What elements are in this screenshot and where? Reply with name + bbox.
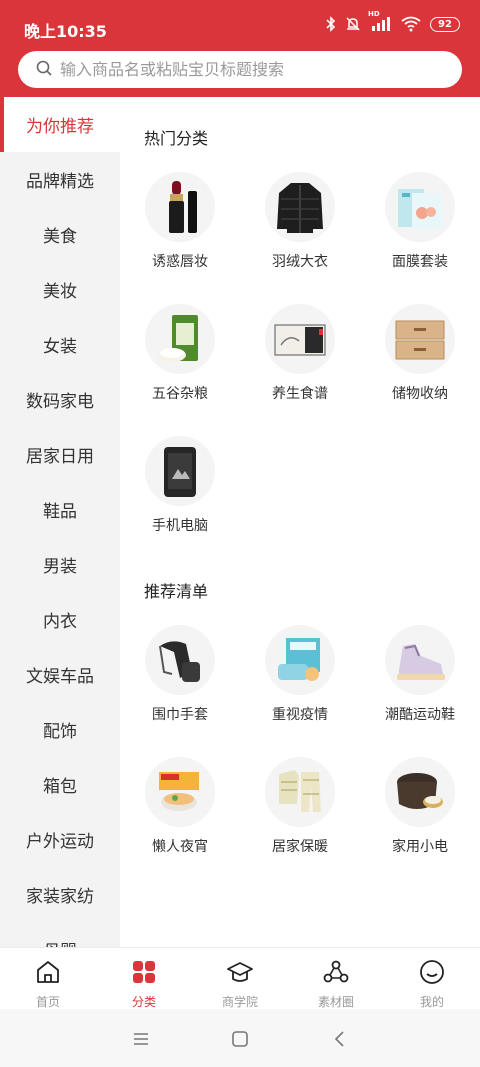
category-item[interactable]: 储物收纳 — [360, 299, 480, 431]
scarf-gloves-icon — [145, 625, 215, 695]
network-badge: HD — [368, 10, 380, 18]
sidebar-item-brand[interactable]: 品牌精选 — [0, 152, 120, 207]
cell-signal-icon: HD — [368, 10, 392, 32]
graduation-cap-icon — [226, 959, 254, 989]
recommend-list-title: 推荐清单 — [144, 582, 209, 601]
mute-bell-icon — [345, 16, 361, 32]
home-square-icon[interactable] — [228, 1027, 252, 1051]
lipstick-icon — [145, 172, 215, 242]
category-item[interactable]: 羽绒大衣 — [240, 167, 360, 299]
tab-home[interactable]: 首页 — [0, 948, 96, 1009]
tab-material-circle[interactable]: 素材圈 — [288, 948, 384, 1009]
back-chevron-icon[interactable] — [328, 1027, 352, 1051]
status-bar: 晚上10:35 HD 92 — [0, 0, 480, 48]
bluetooth-icon — [326, 16, 336, 32]
instant-noodles-icon — [145, 757, 215, 827]
category-item[interactable]: 重视疫情 — [240, 620, 360, 752]
menu-icon[interactable] — [129, 1027, 153, 1051]
category-item[interactable]: 养生食谱 — [240, 299, 360, 431]
rice-bag-icon — [145, 304, 215, 374]
hot-categories-title: 热门分类 — [144, 129, 209, 148]
sidebar-item-underwear[interactable]: 内衣 — [0, 592, 120, 647]
share-circle-icon — [323, 959, 349, 989]
tab-category[interactable]: 分类 — [96, 948, 192, 1009]
category-grid-icon — [131, 959, 157, 989]
category-item[interactable]: 潮酷运动鞋 — [360, 620, 480, 752]
sidebar-item-bags[interactable]: 箱包 — [0, 757, 120, 812]
recommend-list-grid: 围巾手套 重视疫情 潮酷运动鞋 懒人夜宵 居家保暖 家用小电 — [120, 620, 480, 884]
sidebar-item-womens[interactable]: 女装 — [0, 317, 120, 372]
status-time: 晚上10:35 — [24, 22, 107, 41]
sneaker-icon — [385, 625, 455, 695]
tea-box-icon — [265, 304, 335, 374]
face-mask-box-icon — [385, 172, 455, 242]
drawer-cabinet-icon — [385, 304, 455, 374]
system-navigation-bar — [0, 1009, 480, 1067]
sidebar-item-home-textile[interactable]: 家装家纺 — [0, 867, 120, 922]
sidebar-item-accessories[interactable]: 配饰 — [0, 702, 120, 757]
home-icon — [35, 959, 61, 989]
battery-indicator: 92 — [430, 16, 460, 32]
header: 晚上10:35 HD 92 — [0, 0, 480, 97]
down-jacket-icon — [265, 172, 335, 242]
sidebar-item-household[interactable]: 居家日用 — [0, 427, 120, 482]
bottom-tab-bar: 首页 分类 商学院 素材圈 我的 — [0, 947, 480, 1009]
category-item[interactable]: 诱惑唇妆 — [120, 167, 240, 299]
wifi-icon — [401, 16, 421, 32]
category-item[interactable]: 懒人夜宵 — [120, 752, 240, 884]
sidebar-item-recommended[interactable]: 为你推荐 — [0, 97, 120, 152]
category-item[interactable]: 居家保暖 — [240, 752, 360, 884]
category-item[interactable]: 围巾手套 — [120, 620, 240, 752]
category-sidebar: 为你推荐 品牌精选 美食 美妆 女装 数码家电 居家日用 鞋品 男装 内衣 文娱… — [0, 97, 120, 947]
sidebar-item-baby[interactable]: 母婴 — [0, 922, 120, 947]
sidebar-item-beauty[interactable]: 美妆 — [0, 262, 120, 317]
category-item[interactable]: 面膜套装 — [360, 167, 480, 299]
category-item[interactable]: 五谷杂粮 — [120, 299, 240, 431]
sidebar-item-food[interactable]: 美食 — [0, 207, 120, 262]
smiley-face-icon — [419, 959, 445, 989]
search-icon — [36, 60, 52, 80]
sidebar-item-shoes[interactable]: 鞋品 — [0, 482, 120, 537]
rice-cooker-icon — [385, 757, 455, 827]
sidebar-item-mens[interactable]: 男装 — [0, 537, 120, 592]
search-bar[interactable] — [18, 51, 462, 88]
hot-categories-grid: 诱惑唇妆 羽绒大衣 面膜套装 五谷杂粮 养生食谱 储物收纳 手机电脑 — [120, 167, 480, 563]
category-item[interactable]: 家用小电 — [360, 752, 480, 884]
tab-business-school[interactable]: 商学院 — [192, 948, 288, 1009]
category-item[interactable]: 手机电脑 — [120, 431, 240, 563]
rugged-phone-icon — [145, 436, 215, 506]
category-content: 热门分类 诱惑唇妆 羽绒大衣 面膜套装 五谷杂粮 养生食谱 储物收纳 手机电脑 … — [120, 97, 480, 947]
app-root: 晚上10:35 HD 92 输入商品名或粘贴宝贝标题搜索 为你推荐 品牌精选 美… — [0, 0, 480, 1067]
status-icons: HD 92 — [326, 10, 460, 32]
pajamas-icon — [265, 757, 335, 827]
face-masks-icon — [265, 625, 335, 695]
search-input[interactable] — [60, 60, 450, 79]
sidebar-item-digital[interactable]: 数码家电 — [0, 372, 120, 427]
tab-mine[interactable]: 我的 — [384, 948, 480, 1009]
sidebar-item-outdoor[interactable]: 户外运动 — [0, 812, 120, 867]
sidebar-item-entertainment[interactable]: 文娱车品 — [0, 647, 120, 702]
